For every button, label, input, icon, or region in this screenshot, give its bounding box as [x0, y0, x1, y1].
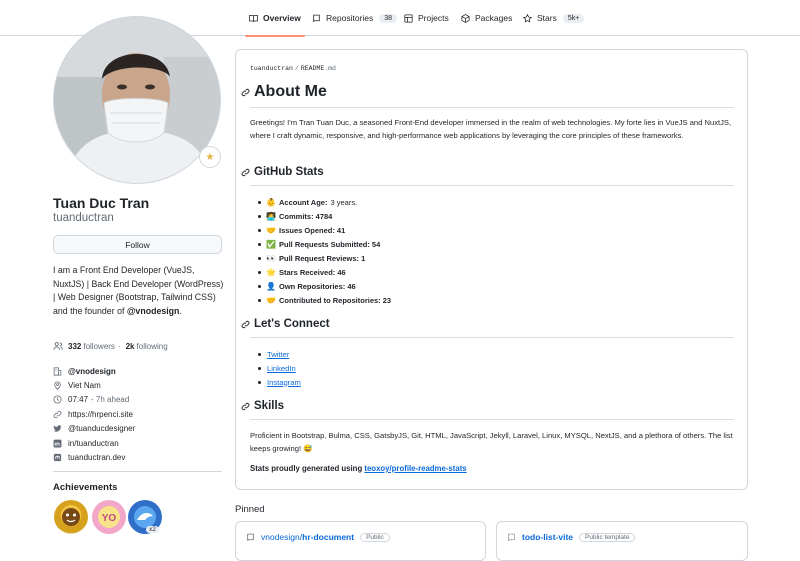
tab-overview[interactable]: Overview	[245, 0, 305, 37]
anchor-link-icon[interactable]	[241, 320, 250, 329]
avatar-photo	[54, 17, 220, 183]
vcard-twitter[interactable]: @tuanducdesigner	[53, 422, 223, 436]
tab-packages[interactable]: Packages	[461, 0, 512, 36]
link-icon	[53, 410, 62, 418]
list-item: 🌟 Stars Received: 46	[258, 265, 558, 279]
achievement-icon: YO	[102, 513, 117, 524]
tab-label: Overview	[263, 13, 301, 23]
heading-about-me: About Me	[241, 83, 327, 101]
tab-projects[interactable]: Projects	[404, 0, 449, 36]
tab-repositories[interactable]: Repositories 38	[312, 0, 398, 36]
readme-card: tuanductran / README.md About Me Greetings…	[235, 49, 748, 490]
vcard-mastodon[interactable]: tuanductran.dev	[53, 450, 223, 464]
anchor-link-icon[interactable]	[241, 402, 250, 411]
heading-skills: Skills	[241, 400, 284, 412]
heading-rule	[250, 419, 734, 420]
pinned-repo-card[interactable]: vnodesign/hr-document Public	[235, 521, 486, 561]
repo-count-badge: 38	[379, 13, 398, 23]
tab-label: Repositories	[326, 13, 374, 23]
time-offset: - 7h ahead	[91, 395, 130, 405]
readme-file-link[interactable]: README	[301, 65, 324, 72]
follow-button[interactable]: Follow	[53, 235, 222, 254]
sidebar-divider	[53, 471, 222, 472]
organization-icon	[53, 367, 62, 376]
following-link[interactable]: 2k following	[124, 342, 168, 351]
repo-icon	[247, 533, 254, 541]
vcard-details: @vnodesign Viet Nam 07:47- 7h ahead http…	[53, 364, 223, 465]
linkedin-icon	[53, 439, 62, 448]
list-item: 👶 Account Age: 3 years.	[258, 195, 558, 209]
tab-label: Packages	[475, 13, 513, 23]
twitter-icon	[53, 425, 62, 432]
profile-bio: I am a Front End Developer (VueJS, NuxtJ…	[53, 264, 228, 318]
achievements-title: Achievements	[53, 482, 118, 493]
achievement-badge-quickdraw[interactable]	[54, 500, 88, 534]
list-item: 👤 Own Repositories: 46	[258, 279, 558, 293]
vcard-org[interactable]: @vnodesign	[53, 364, 223, 378]
list-item: 🤝 Contributed to Repositories: 23	[258, 293, 558, 307]
list-item: 🧑‍💻 Commits: 4784	[258, 209, 558, 223]
visibility-badge: Public	[360, 532, 390, 542]
repo-template-icon	[508, 533, 515, 541]
twitter-link[interactable]: Twitter	[267, 350, 289, 359]
pinned-title: Pinned	[235, 504, 265, 515]
tab-label: Stars	[537, 13, 557, 23]
status-emoji-button[interactable]: ★	[199, 146, 221, 168]
stats-list: 👶 Account Age: 3 years. 🧑‍💻 Commits: 4784 🤝…	[258, 195, 558, 307]
achievement-badge-yolo[interactable]: YO	[92, 500, 126, 534]
heading-rule	[250, 107, 734, 108]
list-item: 🤝 Issues Opened: 41	[258, 223, 558, 237]
list-item: LinkedIn	[258, 361, 301, 375]
vcard-local-time: 07:47- 7h ahead	[53, 393, 223, 407]
anchor-link-icon[interactable]	[241, 168, 250, 177]
table-icon	[404, 13, 413, 23]
separator-dot: ·	[117, 341, 121, 351]
anchor-link-icon[interactable]	[241, 88, 250, 97]
star-icon	[523, 13, 532, 23]
pinned-repo-card[interactable]: todo-list-vite Public template	[496, 521, 748, 561]
skills-paragraph: Proficient in Bootstrap, Bulma, CSS, Gat…	[250, 431, 733, 453]
location-icon	[54, 381, 61, 391]
heading-lets-connect: Let's Connect	[241, 318, 330, 330]
tab-stars[interactable]: Stars 5k+	[523, 0, 585, 36]
readme-user-link[interactable]: tuanductran	[250, 65, 293, 72]
star-icon: ★	[205, 151, 215, 163]
bio-org-link[interactable]: @vnodesign	[127, 306, 180, 316]
avatar[interactable]	[53, 16, 221, 184]
list-item: Instagram	[258, 375, 301, 389]
generated-note: Stats proudly generated using teoxoy/pro…	[250, 464, 467, 473]
stars-count-badge: 5k+	[562, 13, 585, 23]
mastodon-icon	[53, 453, 62, 462]
about-paragraph: Greetings! I'm Tran Tuan Duc, a seasoned…	[250, 118, 732, 140]
achievement-multiplier: x2	[146, 526, 159, 533]
linkedin-link[interactable]: LinkedIn	[267, 364, 296, 373]
package-icon	[461, 13, 470, 23]
vcard-linkedin[interactable]: in/tuanductran	[53, 436, 223, 450]
book-icon	[249, 14, 258, 22]
heading-rule	[250, 337, 734, 338]
profile-username: tuanductran	[53, 212, 114, 224]
heading-rule	[250, 185, 734, 186]
list-item: ✅ Pull Requests Submitted: 54	[258, 237, 558, 251]
readme-path: tuanductran / README.md	[250, 65, 336, 72]
profile-full-name: Tuan Duc Tran	[53, 195, 150, 211]
followers-row: 332 followers · 2k following	[53, 341, 168, 351]
visibility-badge: Public template	[579, 532, 636, 542]
followers-link[interactable]: 332 followers	[66, 342, 115, 351]
tab-label: Projects	[418, 13, 449, 23]
bio-end: .	[179, 305, 182, 316]
achievement-icon	[62, 508, 80, 526]
vcard-website[interactable]: https://hrpenci.site	[53, 407, 223, 421]
list-item: Twitter	[258, 347, 301, 361]
connect-links: Twitter LinkedIn Instagram	[258, 347, 301, 389]
heading-github-stats: GitHub Stats	[241, 166, 324, 178]
profile-readme-stats-link[interactable]: teoxoy/profile-readme-stats	[364, 464, 466, 473]
repo-icon	[313, 14, 320, 22]
people-icon	[53, 342, 63, 350]
clock-icon	[53, 395, 62, 405]
list-item: 👀 Pull Request Reviews: 1	[258, 251, 558, 265]
instagram-link[interactable]: Instagram	[267, 378, 301, 387]
vcard-location: Viet Nam	[53, 378, 223, 392]
svg-text:YO: YO	[102, 513, 117, 524]
